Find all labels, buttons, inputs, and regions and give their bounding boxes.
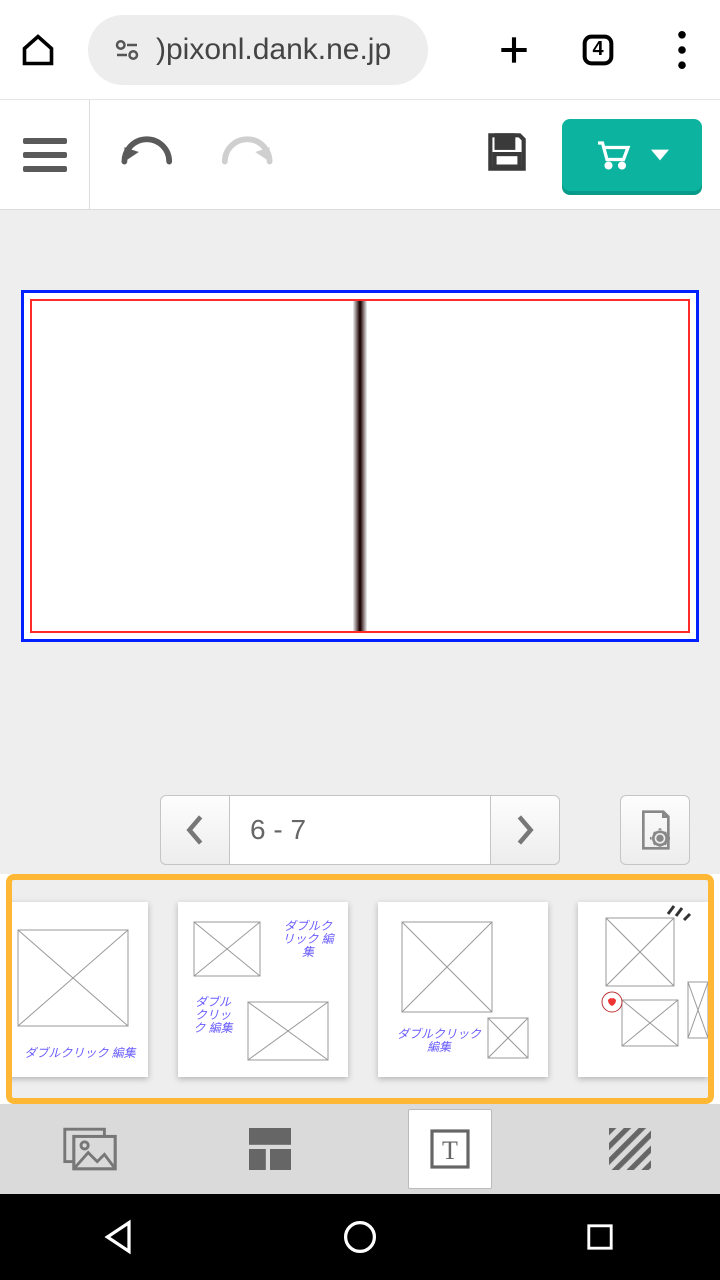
layout-tab[interactable] [228, 1109, 312, 1189]
page-range-text: 6 - 7 [250, 814, 306, 846]
circle-home-icon [342, 1219, 378, 1255]
page-navigator: 6 - 7 [0, 794, 720, 874]
template-thumbnail[interactable]: ダブルクリック 編集 [378, 902, 548, 1077]
back-button[interactable] [97, 1214, 143, 1260]
new-tab-icon[interactable] [494, 30, 534, 70]
template-caption: ダブルクリック 編集 [396, 1028, 482, 1054]
svg-text:T: T [442, 1136, 458, 1165]
redo-icon [212, 132, 276, 172]
page-indicator[interactable]: 6 - 7 [230, 795, 490, 865]
tab-count-badge[interactable]: 4 [578, 30, 618, 70]
book-spine [353, 301, 367, 631]
page-gear-icon [635, 808, 675, 852]
menu-button[interactable] [0, 100, 90, 209]
chevron-left-icon [185, 815, 205, 845]
save-icon [482, 127, 532, 177]
template-caption: ダブルクリック 編集 [282, 920, 334, 960]
android-nav-bar [0, 1194, 720, 1280]
tool-tabs: T [0, 1104, 720, 1194]
text-icon: T [430, 1129, 470, 1169]
app-toolbar [0, 100, 720, 210]
save-button[interactable] [482, 127, 532, 182]
template-caption: ダブルクリック 編集 [20, 1047, 140, 1060]
pattern-icon [609, 1128, 651, 1170]
template-thumbnail[interactable] [578, 902, 708, 1077]
images-icon [63, 1127, 117, 1171]
page-settings-button[interactable] [620, 795, 690, 865]
home-icon[interactable] [18, 30, 58, 70]
pattern-tab[interactable] [588, 1109, 672, 1189]
page-spread[interactable] [21, 290, 699, 642]
triangle-back-icon [102, 1219, 138, 1255]
chevron-down-icon [651, 149, 669, 161]
address-bar[interactable]: )pixonl.dank.ne.jp [88, 15, 428, 85]
tab-count: 4 [592, 38, 603, 61]
layout-icon [249, 1128, 291, 1170]
template-thumbnail[interactable]: ダブルクリック 編集 ダブルクリック 編集 [178, 902, 348, 1077]
left-page[interactable] [32, 301, 353, 631]
cart-icon [595, 139, 631, 171]
chevron-right-icon [515, 815, 535, 845]
url-text: )pixonl.dank.ne.jp [156, 33, 391, 67]
template-caption: ダブルクリック 編集 [192, 996, 234, 1036]
next-page-button[interactable] [490, 795, 560, 865]
right-page[interactable] [367, 301, 688, 631]
undo-icon [118, 132, 182, 172]
hamburger-icon [23, 138, 67, 172]
cart-button[interactable] [562, 119, 702, 191]
overflow-menu-icon[interactable] [662, 30, 702, 70]
undo-button[interactable] [118, 132, 182, 177]
browser-chrome: )pixonl.dank.ne.jp 4 [0, 0, 720, 100]
template-thumbnail[interactable]: ダブルクリック 編集 [8, 902, 148, 1077]
prev-page-button[interactable] [160, 795, 230, 865]
square-recents-icon [584, 1221, 616, 1253]
recents-button[interactable] [577, 1214, 623, 1260]
text-tab[interactable]: T [408, 1109, 492, 1189]
images-tab[interactable] [48, 1109, 132, 1189]
redo-button[interactable] [212, 132, 276, 177]
layout-template-strip[interactable]: ダブルクリック 編集 ダブルクリック 編集 ダブルクリック 編集 ダブルクリック… [6, 874, 714, 1104]
site-settings-icon [112, 35, 142, 65]
editor-canvas-area [0, 210, 720, 794]
home-button[interactable] [337, 1214, 383, 1260]
